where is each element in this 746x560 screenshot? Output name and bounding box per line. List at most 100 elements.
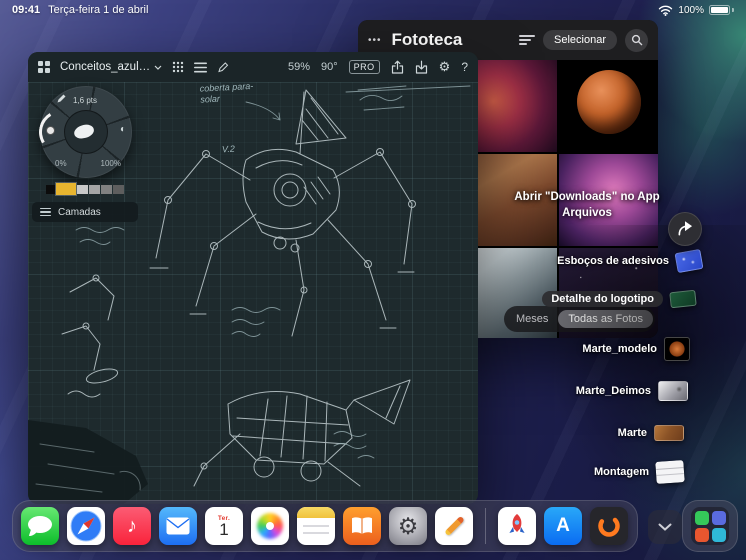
swatch-yellow-selected[interactable] (56, 183, 76, 195)
dock-mail-icon[interactable] (159, 507, 197, 545)
mars-sphere-thumbnail (664, 337, 690, 361)
brush-stroke-preview (72, 123, 96, 140)
swatch-grey-1[interactable] (77, 184, 88, 194)
logo-thumbnail (669, 289, 697, 309)
app-library-icon[interactable] (691, 507, 729, 545)
status-bar: 09:41 Terça-feira 1 de abril 100% (0, 0, 746, 20)
pen-tool-icon[interactable] (217, 61, 229, 73)
export-icon[interactable] (391, 60, 404, 74)
drag-item-label: Marte (617, 427, 647, 439)
status-left: 09:41 Terça-feira 1 de abril (12, 4, 148, 16)
color-swatch-icon[interactable] (46, 126, 55, 135)
gear-icon: ⚙ (397, 512, 419, 539)
drag-item-marte-deimos[interactable]: Marte_Deimos (576, 381, 688, 401)
battery-percent: 100% (678, 4, 704, 16)
forward-share-button[interactable] (668, 212, 702, 246)
dock-photos-icon[interactable] (251, 507, 289, 545)
dock-orange-app-icon[interactable] (590, 507, 628, 545)
dock-settings-icon[interactable]: ⚙ (389, 507, 427, 545)
brush-tool-wheel[interactable]: 1,6 pts ◐ 0% 100% (34, 86, 132, 178)
dock-books-icon[interactable] (343, 507, 381, 545)
dock-appstore-icon[interactable]: A (544, 507, 582, 545)
version-annotation: V.2 (221, 143, 236, 155)
drag-item-label: Marte_Deimos (575, 385, 651, 397)
opacity-half-icon[interactable]: ◐ (120, 124, 126, 135)
stickers-thumbnail (674, 248, 704, 274)
menu-lines-icon[interactable] (194, 62, 208, 73)
dock-notes-icon[interactable] (297, 507, 335, 545)
drag-item-label: Esboços de adesivos (557, 255, 669, 267)
segment-todas-as-fotos[interactable]: Todas as Fotos (558, 310, 653, 328)
concepts-window: Conceitos_azul… 59% 90° PRO ⚙ ? coberta … (28, 52, 478, 504)
drag-item-marte-modelo[interactable]: Marte_modelo (582, 337, 690, 361)
dock-safari-icon[interactable] (67, 507, 105, 545)
document-title: Conceitos_azul… (60, 61, 151, 73)
battery-icon (709, 5, 730, 15)
document-title-dropdown[interactable]: Conceitos_azul… (60, 61, 162, 73)
layers-label: Camadas (58, 206, 101, 218)
swatch-grey-4[interactable] (113, 184, 124, 194)
layers-menu-icon (40, 207, 51, 217)
envelope-icon (166, 517, 190, 535)
photo-tile-mars-globe[interactable] (559, 60, 658, 152)
open-book-icon (352, 517, 372, 534)
layers-panel-header[interactable]: Camadas (32, 202, 138, 222)
wifi-icon (659, 5, 673, 16)
orange-swirl-icon (598, 515, 620, 537)
segment-meses[interactable]: Meses (506, 310, 558, 328)
settings-gear-icon[interactable]: ⚙ (439, 59, 451, 75)
music-note-icon: ♪ (127, 514, 137, 537)
terrain-thumbnail (654, 425, 684, 441)
ipad-screen: 09:41 Terça-feira 1 de abril 100% ••• Fo… (0, 0, 746, 560)
dock-calendar-icon[interactable]: Ter. 1 (205, 507, 243, 545)
help-icon[interactable]: ? (461, 60, 468, 74)
photos-title: Fototeca (391, 30, 463, 49)
brush-size-label: 1,6 pts (73, 96, 98, 105)
select-button[interactable]: Selecionar (543, 30, 617, 50)
swatch-grey-2[interactable] (89, 184, 100, 194)
dock-messages-icon[interactable] (21, 507, 59, 545)
hide-dock-button[interactable] (648, 510, 682, 544)
battery-nub (732, 8, 734, 12)
window-more-menu[interactable]: ••• (368, 35, 382, 46)
montage-thumbnail (655, 460, 685, 484)
appstore-letter: A (556, 515, 570, 536)
dock-rocket-icon[interactable] (498, 507, 536, 545)
chevron-down-icon (658, 523, 672, 531)
view-options-icon[interactable] (519, 34, 536, 46)
drag-item-detalhe[interactable]: Detalhe do logotipo (542, 289, 697, 309)
swatch-grey-3[interactable] (101, 184, 112, 194)
drag-item-label: Detalhe do logotipo (542, 291, 663, 307)
layer-color-strip[interactable] (46, 183, 124, 195)
drag-item-marte[interactable]: Marte (618, 425, 684, 441)
sail-annotation: coberta para-solar (199, 82, 254, 105)
objects-grid-icon[interactable] (172, 61, 184, 73)
rocket-icon (509, 514, 525, 533)
status-right: 100% (658, 5, 734, 16)
dock: ♪ Ter. 1 ⚙ A (12, 500, 638, 552)
concepts-toolbar: Conceitos_azul… 59% 90° PRO ⚙ ? (28, 52, 478, 82)
rotation-angle[interactable]: 90° (321, 61, 338, 73)
date-label: Terça-feira 1 de abril (48, 4, 149, 16)
search-button[interactable] (625, 28, 648, 52)
projects-grid-icon[interactable] (38, 61, 50, 73)
photos-segmented-control: Meses Todas as Fotos (504, 306, 655, 332)
app-library-dock (682, 500, 738, 552)
import-icon[interactable] (415, 60, 428, 74)
forward-arrow-icon (678, 221, 693, 236)
drag-item-label: Montagem (594, 466, 649, 478)
pencil-icon (444, 515, 465, 537)
drag-item-montagem[interactable]: Montagem (594, 460, 685, 484)
zoom-level[interactable]: 59% (288, 61, 310, 73)
drag-item-label: Marte_modelo (582, 343, 657, 355)
dock-markup-icon[interactable] (435, 507, 473, 545)
pro-badge[interactable]: PRO (348, 60, 380, 74)
drag-item-esbocos[interactable]: Esboços de adesivos (557, 248, 704, 274)
swatch-black[interactable] (46, 184, 55, 194)
drop-hint-label: Abrir "Downloads" no App Arquivos (514, 191, 660, 219)
dock-music-icon[interactable]: ♪ (113, 507, 151, 545)
dock-divider (485, 508, 486, 544)
pencil-icon (57, 94, 66, 103)
clock: 09:41 (12, 4, 41, 16)
brush-preview[interactable] (64, 110, 108, 154)
